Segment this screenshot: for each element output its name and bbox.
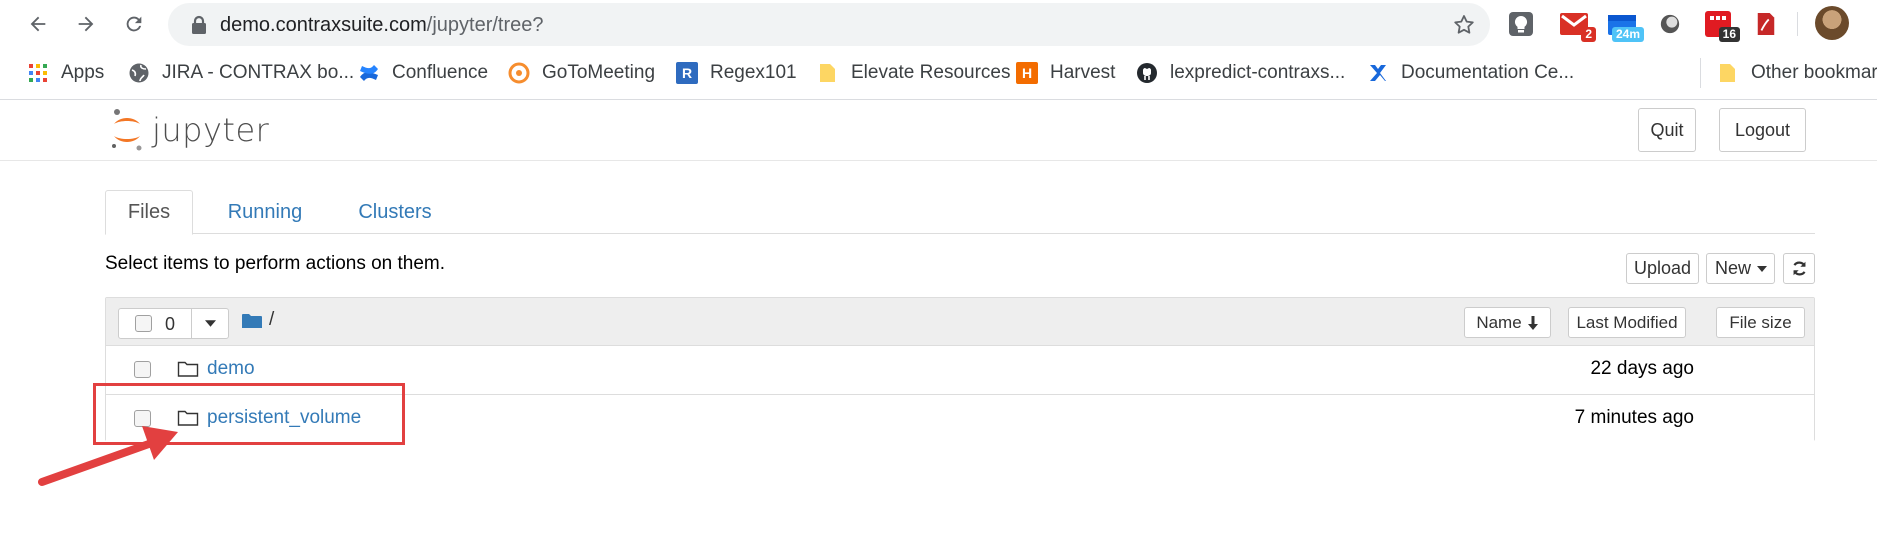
toggl-badge: 16 — [1718, 27, 1740, 42]
pdf-ext-icon[interactable] — [1750, 8, 1782, 40]
bookmark-label: Other bookmarks — [1751, 62, 1877, 83]
refresh-icon — [1792, 261, 1806, 276]
selection-dropdown-button[interactable] — [191, 308, 229, 339]
jupyter-logo[interactable]: jupyter — [110, 108, 269, 152]
bookmark-label: GoToMeeting — [542, 62, 656, 83]
bookmark-label: Confluence — [392, 62, 489, 83]
svg-text:R: R — [682, 65, 692, 81]
confluence-icon — [358, 62, 380, 84]
sort-name-button[interactable]: Name — [1464, 307, 1551, 338]
url-path: /jupyter/tree? — [426, 14, 544, 36]
refresh-button[interactable] — [1783, 253, 1815, 284]
github-icon — [1136, 62, 1158, 84]
address-bar[interactable]: demo.contraxsuite.com/jupyter/tree? — [168, 3, 1490, 46]
bookmarks-bar: Apps JIRA - CONTRAX bo... Confluence GoT… — [0, 48, 1877, 100]
toolbar-separator — [1797, 12, 1798, 36]
svg-text:H: H — [1022, 65, 1032, 81]
sort-last-modified-button[interactable]: Last Modified — [1568, 307, 1686, 338]
list-item[interactable]: persistent_volume 7 minutes ago — [106, 394, 1814, 442]
reload-button[interactable] — [116, 6, 152, 42]
folder-bookmark-icon — [1717, 62, 1739, 84]
toggl-ext-icon[interactable]: 16 — [1702, 8, 1740, 42]
caret-down-icon — [204, 320, 216, 327]
breadcrumb-root[interactable]: / — [269, 309, 274, 331]
bookmark-star-icon[interactable] — [1452, 13, 1476, 37]
folder-bookmark-icon — [817, 62, 839, 84]
select-all-checkbox[interactable] — [135, 315, 152, 332]
circle-ext-icon[interactable] — [1654, 8, 1686, 40]
calendar-badge: 24m — [1611, 27, 1644, 42]
gmail-badge: 2 — [1581, 27, 1596, 42]
bookmark-elevate[interactable]: Elevate Resources — [817, 58, 1010, 88]
folder-icon — [177, 410, 199, 426]
bookmark-label: Elevate Resources — [851, 62, 1011, 83]
new-button-label: New — [1715, 258, 1752, 278]
harvest-icon: H — [1016, 62, 1038, 84]
bookmark-label: Regex101 — [710, 62, 797, 83]
quit-button[interactable]: Quit — [1638, 108, 1696, 152]
bookmark-jira[interactable]: JIRA - CONTRAX bo... — [128, 58, 354, 88]
item-name-link[interactable]: demo — [207, 358, 255, 380]
bookmark-harvest[interactable]: H Harvest — [1016, 58, 1115, 88]
globe-icon — [128, 62, 150, 84]
apps-grid-icon — [27, 62, 49, 84]
item-checkbox[interactable] — [134, 410, 151, 427]
bookmark-other[interactable]: Other bookmarks — [1717, 58, 1877, 88]
url-text: demo.contraxsuite.com/jupyter/tree? — [220, 14, 544, 37]
lightbulb-ext-icon[interactable] — [1505, 8, 1537, 40]
jupyter-logo-text: jupyter — [152, 111, 270, 149]
tab-files[interactable]: Files — [105, 190, 193, 235]
sort-name-label: Name — [1476, 312, 1522, 332]
bookmark-gotomeeting[interactable]: GoToMeeting — [508, 58, 655, 88]
bookmark-label: Apps — [61, 62, 105, 83]
caret-down-icon — [1757, 265, 1768, 272]
item-name-link[interactable]: persistent_volume — [207, 407, 361, 429]
bookmark-github[interactable]: lexpredict-contraxs... — [1136, 58, 1345, 88]
file-list-header: 0 / Name Last Modified File size — [106, 298, 1814, 346]
item-modified: 7 minutes ago — [1574, 407, 1694, 428]
logout-button[interactable]: Logout — [1719, 108, 1806, 152]
bookmark-regex101[interactable]: R Regex101 — [676, 58, 797, 88]
item-modified: 22 days ago — [1590, 358, 1694, 379]
file-list: 0 / Name Last Modified File size demo 22… — [105, 297, 1815, 442]
bookmark-label: Harvest — [1050, 62, 1116, 83]
select-all-control[interactable]: 0 — [118, 308, 192, 339]
gotomeeting-icon — [508, 62, 530, 84]
item-checkbox[interactable] — [134, 361, 151, 378]
list-item[interactable]: demo 22 days ago — [106, 346, 1814, 394]
forward-arrow-icon — [78, 16, 94, 32]
tab-clusters[interactable]: Clusters — [332, 190, 458, 235]
tab-bar: Files Running Clusters — [105, 190, 1815, 235]
bookmark-confluence[interactable]: Confluence — [358, 58, 488, 88]
url-host: demo.contraxsuite.com — [220, 14, 427, 36]
bookmark-label: lexpredict-contraxs... — [1170, 62, 1346, 83]
sort-file-size-button[interactable]: File size — [1716, 307, 1805, 338]
regex-icon: R — [676, 62, 698, 84]
forward-button[interactable] — [68, 6, 104, 42]
folder-filled-icon[interactable] — [242, 313, 262, 329]
gmail-ext-icon[interactable]: 2 — [1558, 8, 1596, 42]
back-button[interactable] — [20, 6, 56, 42]
bookmark-label: Documentation Ce... — [1401, 62, 1575, 83]
instructions-text: Select items to perform actions on them. — [105, 253, 446, 274]
bookmark-documentation[interactable]: Documentation Ce... — [1367, 58, 1574, 88]
jupyter-logo-icon — [112, 109, 142, 151]
reload-icon — [126, 16, 142, 32]
lock-icon — [192, 15, 206, 34]
arrow-down-icon — [1527, 315, 1538, 330]
profile-avatar[interactable] — [1815, 6, 1849, 40]
bookmark-label: JIRA - CONTRAX bo... — [162, 62, 355, 83]
bookmarks-separator — [1700, 58, 1701, 88]
jupyter-header: jupyter Quit Logout — [0, 100, 1877, 161]
bookmark-apps[interactable]: Apps — [27, 58, 104, 88]
tab-running[interactable]: Running — [205, 190, 325, 235]
new-dropdown-button[interactable]: New — [1706, 253, 1775, 284]
calendar-ext-icon[interactable]: 24m — [1606, 8, 1644, 42]
confluence-x-icon — [1367, 62, 1389, 84]
browser-toolbar: demo.contraxsuite.com/jupyter/tree? 2 24… — [0, 0, 1877, 48]
selected-count: 0 — [165, 314, 176, 334]
upload-button[interactable]: Upload — [1626, 253, 1699, 284]
back-arrow-icon — [30, 16, 46, 32]
folder-icon — [177, 361, 199, 377]
